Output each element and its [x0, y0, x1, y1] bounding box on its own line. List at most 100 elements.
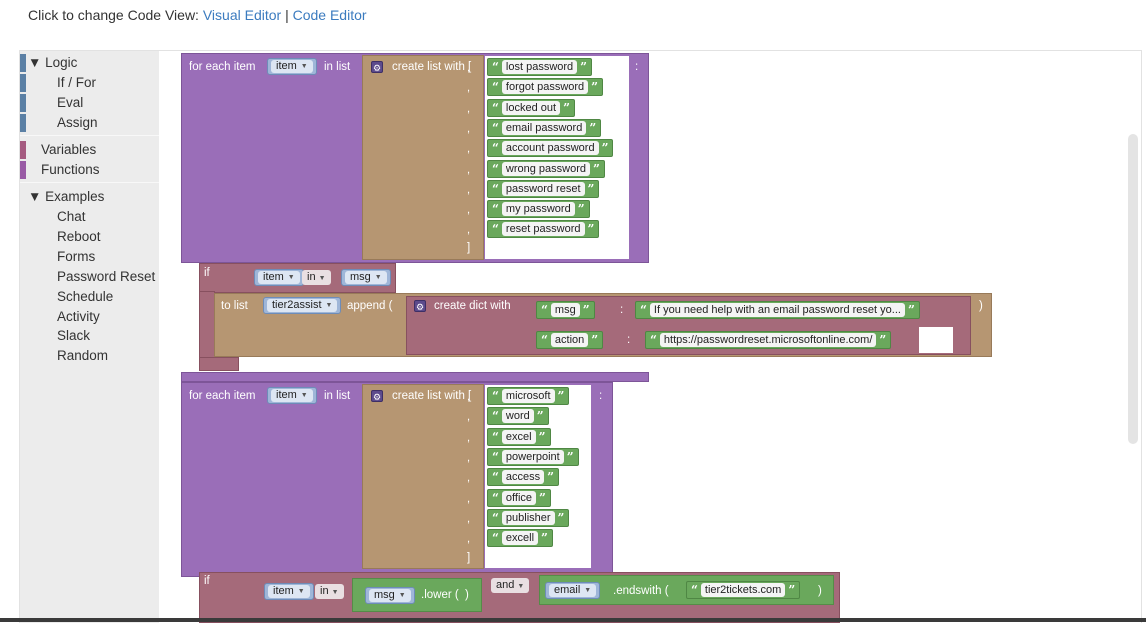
- in-list-label: in list: [324, 390, 351, 402]
- endswith-label: .endswith (: [613, 585, 669, 597]
- list-string-item[interactable]: “account password”: [487, 139, 614, 158]
- list-string-item[interactable]: “excell”: [487, 529, 553, 548]
- toolbox-item-assign[interactable]: Assign: [57, 114, 98, 132]
- toolbox-category-logic[interactable]: ▼ Logic: [28, 54, 77, 72]
- create-list-label: create list with [: [392, 61, 472, 73]
- list-string-item[interactable]: “forgot password”: [487, 78, 604, 97]
- dict-key-action[interactable]: “action”: [536, 331, 604, 349]
- operator-dropdown-and[interactable]: and ▼: [491, 578, 530, 593]
- list-comma: ,: [467, 62, 471, 74]
- list-string-item[interactable]: “lost password”: [487, 58, 593, 76]
- list-string-item[interactable]: “publisher”: [487, 508, 570, 527]
- code-editor-link[interactable]: Code Editor: [293, 7, 367, 23]
- toolbox-example-activity[interactable]: Activity: [57, 308, 100, 326]
- list-string-item[interactable]: “microsoft”: [487, 387, 570, 405]
- toolbox-example-password-reset[interactable]: Password Reset: [57, 268, 155, 286]
- lower-close: ): [465, 589, 469, 601]
- list-string-item[interactable]: “password reset”: [487, 179, 600, 198]
- list-var-tier2assist[interactable]: tier2assist ▼: [263, 297, 342, 314]
- chevron-down-icon: ▼: [584, 587, 592, 594]
- if-var-item[interactable]: item ▼: [254, 269, 304, 286]
- bottom-edge-bar: [0, 618, 1146, 622]
- blockly-workspace[interactable]: ▼ Logic If / For Eval Assign Variables F…: [19, 50, 1142, 623]
- loop-variable-item[interactable]: item ▼: [267, 58, 317, 75]
- chevron-down-icon: ▼: [398, 592, 406, 599]
- list-comma: ,: [467, 204, 471, 217]
- list-string-item[interactable]: “wrong password”: [487, 159, 605, 178]
- list-comma: ,: [467, 82, 471, 95]
- gear-icon[interactable]: ⚙: [371, 61, 383, 73]
- toolbox-category-variables[interactable]: Variables: [41, 141, 96, 159]
- toolbox-category-functions[interactable]: Functions: [41, 161, 100, 179]
- block-canvas[interactable]: for each item item ▼ in list ⚙ create lis…: [159, 51, 1141, 623]
- in-list-label: in list: [324, 61, 351, 73]
- chevron-down-icon: ▼: [297, 588, 305, 595]
- list-comma: ,: [467, 143, 471, 156]
- endswith-close: ): [818, 585, 822, 597]
- dict-colon-1: :: [620, 304, 624, 316]
- toolbox-item-if-for[interactable]: If / For: [57, 74, 96, 92]
- dict-key-msg[interactable]: “msg”: [536, 301, 595, 319]
- colon-label: :: [635, 61, 639, 73]
- create-dict-label: create dict with: [434, 300, 511, 312]
- toolbox-example-forms[interactable]: Forms: [57, 248, 95, 266]
- close-paren-label: ): [979, 300, 983, 312]
- to-list-label: to list: [221, 300, 248, 312]
- create-list-block-1[interactable]: [362, 55, 484, 260]
- list-comma: ,: [467, 102, 471, 115]
- list-comma: ,: [467, 492, 471, 505]
- toolbox-example-reboot[interactable]: Reboot: [57, 228, 101, 246]
- toolbox: ▼ Logic If / For Eval Assign Variables F…: [20, 51, 159, 623]
- lower-label: .lower (: [421, 589, 459, 601]
- list-string-item[interactable]: “word”: [487, 407, 549, 426]
- list-comma: ,: [467, 411, 471, 424]
- code-view-header: Click to change Code View: Visual Editor…: [28, 7, 367, 23]
- create-list-label: create list with [: [392, 390, 472, 402]
- if-var-msg[interactable]: msg ▼: [341, 269, 391, 286]
- toolbox-example-chat[interactable]: Chat: [57, 208, 86, 226]
- chevron-down-icon: ▼: [287, 274, 295, 281]
- list-string-item[interactable]: “reset password”: [487, 220, 600, 239]
- chevron-down-icon: ▼: [325, 302, 333, 309]
- list-string-item[interactable]: “powerpoint”: [487, 447, 579, 466]
- list-comma: ,: [467, 472, 471, 485]
- code-view-label: Click to change Code View:: [28, 7, 199, 23]
- dict-value-message[interactable]: “If you need help with an email password…: [635, 301, 920, 319]
- gear-icon[interactable]: ⚙: [414, 300, 426, 312]
- close-bracket-label: ]: [467, 242, 471, 254]
- if-var-item[interactable]: item ▼: [264, 583, 314, 600]
- list-comma: ,: [467, 451, 471, 464]
- list-string-item[interactable]: “email password”: [487, 118, 602, 137]
- create-list-block-2[interactable]: [362, 384, 484, 569]
- gear-icon[interactable]: ⚙: [371, 390, 383, 402]
- toolbox-item-eval[interactable]: Eval: [57, 94, 83, 112]
- loop-variable-item[interactable]: item ▼: [267, 387, 317, 404]
- var-msg[interactable]: msg ▼: [365, 587, 415, 604]
- var-email[interactable]: email ▼: [545, 582, 601, 599]
- list-string-item[interactable]: “access”: [487, 468, 560, 487]
- for-each-label: for each item: [189, 61, 256, 73]
- if-label: if: [204, 267, 210, 279]
- operator-dropdown-in[interactable]: in ▼: [302, 270, 331, 285]
- empty-slot: [919, 327, 953, 353]
- colon-label: :: [599, 390, 603, 402]
- toolbox-example-slack[interactable]: Slack: [57, 327, 90, 345]
- dict-value-url[interactable]: “https://passwordreset.microsoftonline.c…: [645, 331, 892, 349]
- vertical-scrollbar[interactable]: [1128, 134, 1138, 444]
- dict-colon-2: :: [627, 334, 631, 346]
- list-comma: ,: [467, 163, 471, 176]
- list-string-item[interactable]: “my password”: [487, 200, 590, 219]
- toolbox-example-random[interactable]: Random: [57, 347, 108, 365]
- toolbox-example-schedule[interactable]: Schedule: [57, 288, 113, 306]
- list-comma: ,: [467, 533, 471, 546]
- list-string-item[interactable]: “office”: [487, 488, 551, 507]
- string-domain[interactable]: “tier2tickets.com”: [686, 581, 801, 599]
- visual-editor-link[interactable]: Visual Editor: [203, 7, 281, 23]
- append-label: append (: [347, 300, 393, 312]
- for-each-label: for each item: [189, 390, 256, 402]
- list-comma: ,: [467, 183, 471, 196]
- list-string-item[interactable]: “excel”: [487, 427, 551, 446]
- list-string-item[interactable]: “locked out”: [487, 98, 575, 117]
- toolbox-category-examples[interactable]: ▼ Examples: [28, 188, 104, 206]
- operator-dropdown-in[interactable]: in ▼: [315, 584, 344, 599]
